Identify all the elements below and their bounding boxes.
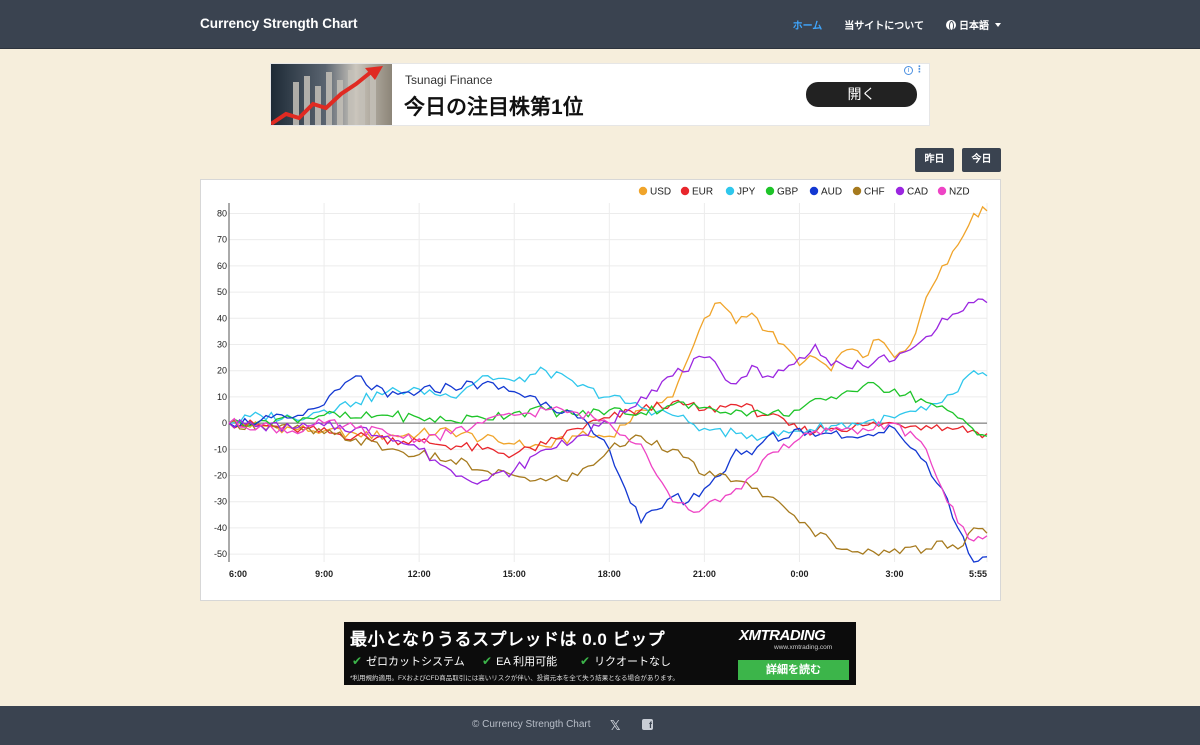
globe-icon — [946, 19, 956, 31]
currency-strength-chart: 80 70 60 50 40 30 20 10 0 -10 -20 -30 -40 -50 6:00 9:00… — [200, 179, 1001, 601]
legend-swatch-nzd — [937, 186, 947, 196]
ad-read-more-button[interactable]: 詳細を読む — [738, 660, 849, 680]
y-tick-label: -50 — [214, 549, 227, 559]
caret-down-icon — [995, 22, 1001, 27]
legend-swatch-usd — [638, 186, 648, 196]
y-tick-label: -40 — [214, 523, 227, 533]
x-tick-label: 9:00 — [315, 569, 333, 579]
bottom-ad-banner[interactable]: 最小となりうるスプレッドは 0.0 ピップ ✔ ゼロカットシステム ✔ EA 利… — [344, 622, 856, 685]
ad-feature-2: ✔ EA 利用可能 — [482, 653, 557, 669]
facebook-icon[interactable]: f — [642, 719, 653, 730]
nav-menu: ホーム 当サイトについて 日本語 — [793, 17, 1001, 32]
series-line-cad — [228, 298, 988, 485]
y-tick-label: -20 — [214, 471, 227, 481]
footer-copyright: © Currency Strength Chart — [472, 719, 591, 730]
check-icon: ✔ — [580, 654, 591, 668]
y-tick-label: -10 — [214, 444, 227, 454]
x-tick-label: 3:00 — [886, 569, 904, 579]
legend-label-gbp: GBP — [777, 187, 798, 198]
ad-open-button[interactable]: 開く — [806, 82, 917, 107]
x-tick-label: 18:00 — [598, 569, 621, 579]
legend-swatch-gbp — [765, 186, 775, 196]
site-brand[interactable]: Currency Strength Chart — [200, 16, 358, 31]
x-tick-label: 12:00 — [408, 569, 431, 579]
x-tick-label: 0:00 — [790, 569, 808, 579]
x-tick-label: 5:55 — [969, 569, 987, 579]
ad-info-icon[interactable]: i — [904, 66, 913, 75]
legend-label-jpy: JPY — [737, 187, 756, 198]
y-tick-label: 0 — [222, 418, 227, 428]
nav-home[interactable]: ホーム — [793, 17, 823, 32]
legend-label-eur: EUR — [692, 187, 713, 198]
ad-feature-3: ✔ リクオートなし — [580, 653, 671, 669]
today-button[interactable]: 今日 — [962, 148, 1001, 172]
top-navbar: Currency Strength Chart ホーム 当サイトについて 日本語 — [0, 0, 1200, 49]
legend-swatch-eur — [680, 186, 690, 196]
legend-swatch-aud — [809, 186, 819, 196]
ad-feature-3-label: リクオートなし — [594, 656, 672, 668]
y-tick-label: 80 — [217, 208, 227, 218]
check-icon: ✔ — [482, 654, 493, 668]
ad-feature-1: ✔ ゼロカットシステム — [352, 653, 465, 669]
ad-headline: 今日の注目株第1位 — [404, 96, 584, 119]
language-label: 日本語 — [959, 21, 989, 32]
ad-feature-1-label: ゼロカットシステム — [366, 656, 465, 668]
legend-label-chf: CHF — [864, 187, 885, 198]
xm-logo: XMTRADING — [739, 627, 826, 644]
ad-bottom-headline: 最小となりうるスプレッドは 0.0 ピップ — [350, 630, 666, 649]
x-tick-label: 21:00 — [693, 569, 716, 579]
ad-disclaimer: *利用規約適用。FXおよびCFD商品取引には高いリスクが伴い、投資元本を全て失う… — [350, 675, 679, 682]
y-tick-label: 60 — [217, 261, 227, 271]
y-tick-label: 70 — [217, 235, 227, 245]
xm-logo-url: www.xmtrading.com — [774, 644, 833, 651]
x-tick-label: 6:00 — [229, 569, 247, 579]
y-tick-label: 50 — [217, 287, 227, 297]
nav-about[interactable]: 当サイトについて — [844, 17, 924, 32]
check-icon: ✔ — [352, 654, 363, 668]
chart-svg: 80 70 60 50 40 30 20 10 0 -10 -20 -30 -40 -506:00 9:00… — [214, 186, 988, 579]
yesterday-button[interactable]: 昨日 — [915, 148, 954, 172]
y-tick-label: 40 — [217, 313, 227, 323]
legend-label-usd: USD — [650, 187, 671, 198]
legend-label-aud: AUD — [821, 187, 842, 198]
ad-stock-chart-image — [271, 64, 392, 125]
legend-label-nzd: NZD — [949, 187, 970, 198]
y-tick-label: -30 — [214, 497, 227, 507]
ad-brand-name: Tsunagi Finance — [405, 73, 493, 87]
x-icon[interactable]: 𝕏 — [610, 718, 620, 734]
x-tick-label: 15:00 — [503, 569, 526, 579]
y-tick-label: 10 — [217, 392, 227, 402]
top-ad-banner[interactable]: Tsunagi Finance 今日の注目株第1位 開く i ⋮ — [270, 63, 930, 126]
legend-swatch-cad — [895, 186, 905, 196]
legend-swatch-jpy — [725, 186, 735, 196]
y-tick-label: 20 — [217, 366, 227, 376]
series-line-nzd — [228, 406, 988, 542]
footer: © Currency Strength Chart 𝕏 f — [0, 706, 1200, 745]
series-line-chf — [228, 419, 988, 557]
legend-swatch-chf — [852, 186, 862, 196]
y-tick-label: 30 — [217, 340, 227, 350]
language-dropdown[interactable]: 日本語 — [946, 17, 1001, 32]
legend-label-cad: CAD — [907, 187, 928, 198]
ad-feature-2-label: EA 利用可能 — [496, 656, 558, 668]
ad-menu-icon[interactable]: ⋮ — [915, 64, 924, 75]
